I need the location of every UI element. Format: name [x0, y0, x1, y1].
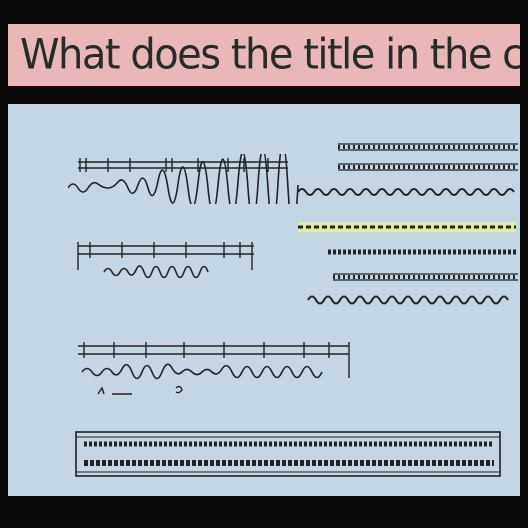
content-panel — [8, 104, 520, 496]
notation-block-1 — [68, 154, 308, 204]
notation-block-5 — [74, 430, 504, 480]
notation-block-4 — [74, 338, 364, 408]
scribble-text-icon — [75, 431, 501, 477]
staff-lines-icon — [77, 242, 254, 279]
question-title: What does the title in the chapter — [20, 30, 520, 80]
notation-block-3 — [74, 240, 264, 280]
staff-lines-icon — [78, 342, 350, 395]
question-banner: What does the title in the chapter — [8, 24, 520, 86]
scribble-text-icon — [297, 143, 518, 305]
staff-lines-icon — [68, 154, 299, 204]
notation-block-2 — [293, 134, 523, 309]
